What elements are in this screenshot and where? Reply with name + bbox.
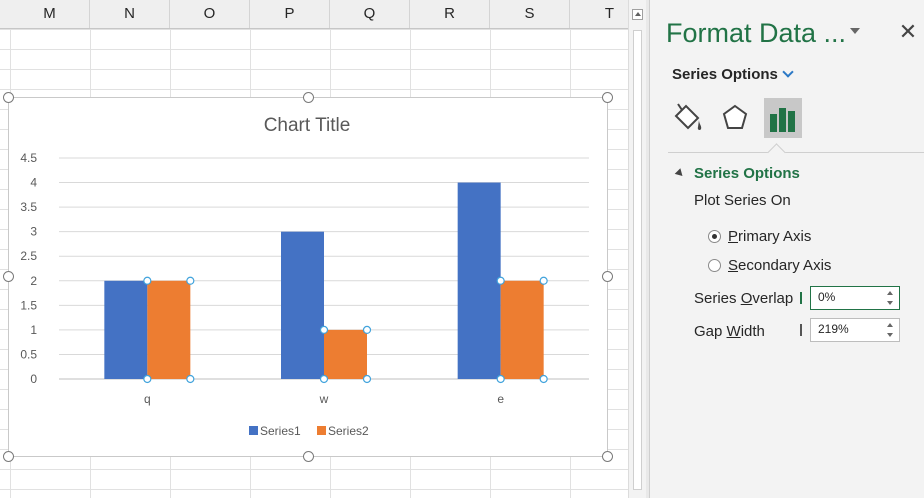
- selection-handle[interactable]: [319, 325, 329, 334]
- y-tick-label: 1.5: [20, 298, 37, 312]
- selection-handle[interactable]: [143, 374, 152, 384]
- resize-handle-bottom-left[interactable]: [3, 451, 14, 462]
- column-header-s[interactable]: S: [490, 0, 570, 28]
- x-tick-label: w: [319, 392, 329, 406]
- x-tick-label: e: [497, 392, 504, 406]
- pentagon-icon: [722, 104, 748, 129]
- vertical-scrollbar[interactable]: [628, 0, 646, 498]
- bar-series2-q[interactable]: [147, 280, 191, 379]
- column-header-r[interactable]: R: [410, 0, 490, 28]
- close-icon[interactable]: ✕: [896, 20, 920, 44]
- resize-handle-bottom[interactable]: [303, 451, 314, 462]
- selection-handle[interactable]: [362, 374, 372, 384]
- decrement-arrow-icon[interactable]: [887, 299, 895, 308]
- selection-handle[interactable]: [496, 276, 505, 285]
- pane-title: Format Data ...: [666, 18, 847, 48]
- tab-series-options[interactable]: [764, 98, 802, 138]
- section-title-series-options[interactable]: Series Options: [694, 165, 800, 182]
- series-overlap-label: Series Overlap: [694, 290, 794, 307]
- selection-handle[interactable]: [143, 276, 152, 285]
- y-tick-label: 0: [30, 372, 37, 386]
- y-tick-label: 4: [30, 176, 37, 190]
- resize-handle-top[interactable]: [303, 92, 314, 103]
- tab-fill-line[interactable]: [668, 98, 706, 138]
- column-header-o[interactable]: O: [170, 0, 250, 28]
- selection-handle[interactable]: [186, 374, 195, 384]
- selection-handle[interactable]: [319, 374, 329, 384]
- worksheet[interactable]: M N O P Q R S T Chart Title 0 0.5 1 1.5 2 2.5 3…: [0, 0, 628, 498]
- column-header-t[interactable]: T: [570, 0, 628, 28]
- grid-row-line: [0, 469, 628, 470]
- plot-series-on-label: Plot Series On: [694, 192, 791, 209]
- gap-width-slider[interactable]: [800, 324, 802, 336]
- chart-title[interactable]: Chart Title: [264, 115, 351, 136]
- column-header-q[interactable]: Q: [330, 0, 410, 28]
- increment-arrow-icon[interactable]: [887, 321, 895, 330]
- column-header-row: M N O P Q R S T: [0, 0, 628, 29]
- primary-axis-radio[interactable]: [708, 230, 721, 243]
- column-header-m[interactable]: M: [10, 0, 90, 28]
- column-header-p[interactable]: P: [250, 0, 330, 28]
- bar-chart-icon: [770, 108, 795, 132]
- resize-handle-left[interactable]: [3, 271, 14, 282]
- y-tick-label: 0.5: [20, 347, 37, 361]
- legend-swatch-series1[interactable]: [249, 426, 258, 435]
- pane-options-dropdown-icon[interactable]: [850, 28, 860, 34]
- y-tick-label: 3.5: [20, 200, 37, 214]
- bar-series1-q[interactable]: [104, 280, 148, 379]
- y-tick-label: 3: [30, 225, 37, 239]
- collapse-caret-icon[interactable]: [674, 168, 686, 179]
- format-data-series-pane: Format Data ... ✕ Series Options Series …: [650, 0, 924, 498]
- tab-separator: [668, 152, 924, 153]
- grid-row-line: [0, 69, 628, 70]
- bar-series2-e[interactable]: [500, 280, 544, 379]
- selection-handle[interactable]: [186, 276, 195, 285]
- selection-handle[interactable]: [496, 374, 505, 384]
- column-header-n[interactable]: N: [90, 0, 170, 28]
- series-overlap-value[interactable]: 0%: [818, 290, 835, 304]
- chevron-down-icon: [782, 66, 794, 78]
- y-tick-label: 4.5: [20, 151, 37, 165]
- grid-row-line: [0, 89, 628, 90]
- bar-series2-w[interactable]: [324, 329, 367, 379]
- gap-width-stepper[interactable]: 219%: [810, 318, 900, 342]
- grid-row-line: [0, 489, 628, 490]
- increment-arrow-icon[interactable]: [887, 289, 895, 298]
- secondary-axis-label[interactable]: Secondary Axis: [728, 257, 831, 274]
- grid-row-line: [0, 29, 628, 30]
- bar-series1-w[interactable]: [281, 231, 324, 379]
- x-tick-label: q: [144, 392, 151, 406]
- legend-entry-series1[interactable]: Series1: [260, 424, 301, 438]
- secondary-axis-radio[interactable]: [708, 259, 721, 272]
- y-tick-label: 1: [30, 323, 37, 337]
- grid-row-line: [0, 49, 628, 50]
- scroll-up-arrow-icon[interactable]: [632, 9, 643, 20]
- gap-width-label: Gap Width: [694, 323, 765, 340]
- resize-handle-top-left[interactable]: [3, 92, 14, 103]
- selection-handle[interactable]: [539, 374, 548, 384]
- gap-width-value[interactable]: 219%: [818, 322, 849, 336]
- paint-bucket-icon: [674, 103, 702, 131]
- y-tick-label: 2.5: [20, 249, 37, 263]
- decrement-arrow-icon[interactable]: [887, 331, 895, 340]
- active-tab-pointer: [767, 143, 786, 162]
- legend-swatch-series2[interactable]: [317, 426, 326, 435]
- scrollbar-thumb[interactable]: [633, 30, 642, 490]
- primary-axis-label[interactable]: Primary Axis: [728, 228, 811, 245]
- series-options-dropdown[interactable]: Series Options: [672, 66, 794, 83]
- chart-area[interactable]: Chart Title 0 0.5 1 1.5 2 2.5 3 3.5 4 4.5 q w e Series…: [8, 97, 608, 457]
- legend-entry-series2[interactable]: Series2: [328, 424, 369, 438]
- clustered-column-chart[interactable]: Chart Title 0 0.5 1 1.5 2 2.5 3 3.5 4 4.5 q w e Series…: [9, 98, 609, 458]
- bar-series1-e[interactable]: [457, 182, 501, 379]
- tab-effects[interactable]: [716, 98, 754, 138]
- series-options-dropdown-label: Series Options: [672, 66, 778, 83]
- resize-handle-right[interactable]: [602, 271, 613, 282]
- y-tick-label: 2: [30, 274, 37, 288]
- resize-handle-bottom-right[interactable]: [602, 451, 613, 462]
- series-overlap-slider[interactable]: [800, 292, 802, 304]
- series-overlap-stepper[interactable]: 0%: [810, 286, 900, 310]
- selection-handle[interactable]: [362, 325, 372, 334]
- selection-handle[interactable]: [539, 276, 548, 285]
- resize-handle-top-right[interactable]: [602, 92, 613, 103]
